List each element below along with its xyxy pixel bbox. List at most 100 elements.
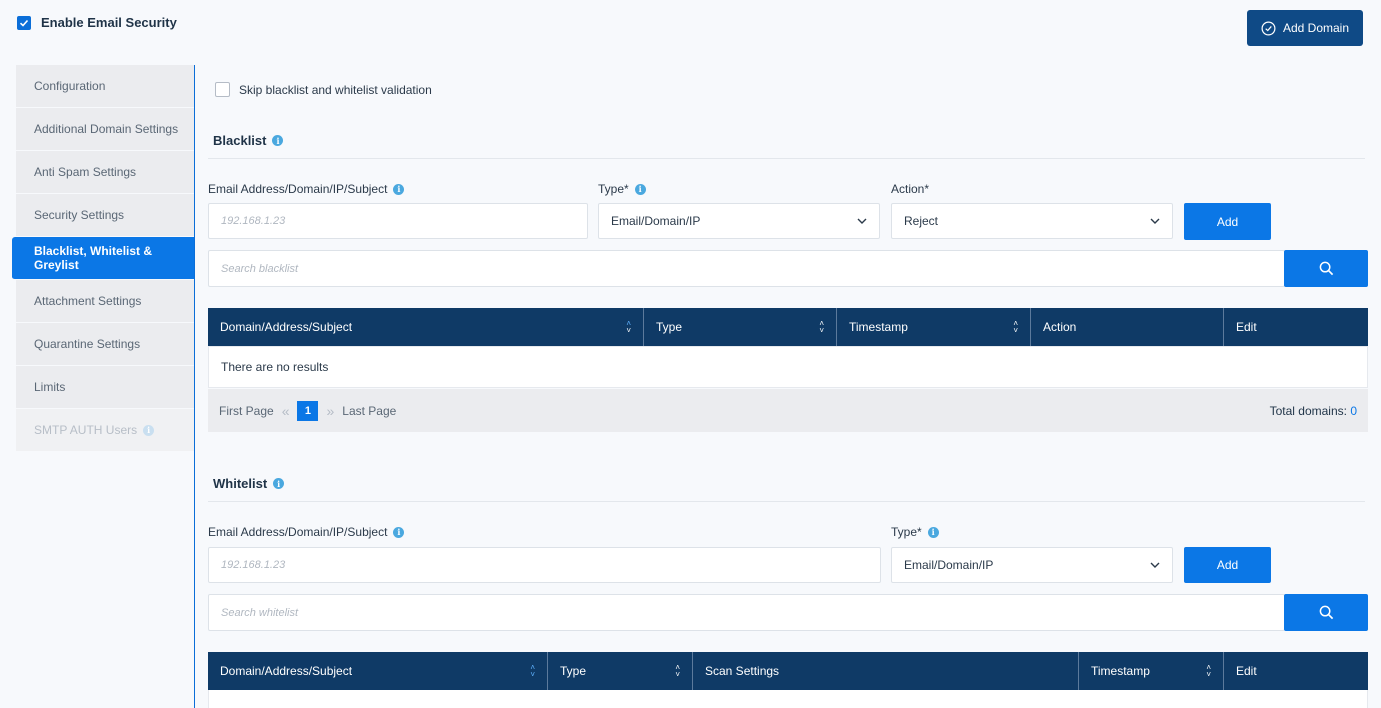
chevron-down-icon [1150, 562, 1160, 568]
whitelist-email-label-text: Email Address/Domain/IP/Subject [208, 525, 388, 539]
column-header-edit: Edit [1224, 652, 1368, 690]
enable-email-security[interactable]: Enable Email Security [17, 15, 177, 30]
blacklist-action-value: Reject [904, 214, 939, 228]
content-divider [194, 65, 195, 708]
whitelist-add-label: Add [1216, 558, 1239, 572]
blacklist-search-input[interactable]: Search blacklist [208, 250, 1285, 287]
blacklist-action-label: Action* [891, 182, 929, 196]
blacklist-type-select[interactable]: Email/Domain/IP [598, 203, 880, 239]
info-icon[interactable]: i [634, 183, 646, 195]
sidebar-item-label: Additional Domain Settings [34, 122, 179, 136]
first-page-link[interactable]: First Page [219, 404, 274, 418]
sidebar-item-label: Anti Spam Settings [34, 165, 137, 179]
column-header-label: Scan Settings [705, 664, 780, 678]
whitelist-title-text: Whitelist [213, 476, 268, 491]
blacklist-email-input[interactable]: 192.168.1.23 [208, 203, 588, 239]
search-icon [1319, 261, 1333, 276]
whitelist-search-input[interactable]: Search whitelist [208, 594, 1285, 631]
whitelist-table-header: Domain/Address/Subject ˄ ˅ Type ˄ ˅ Scan S… [208, 652, 1368, 690]
whitelist-add-button[interactable]: Add [1184, 547, 1271, 583]
empty-state-text: There are no results [221, 360, 329, 374]
sidebar-item-anti-spam-settings[interactable]: Anti Spam Settings [16, 151, 195, 194]
total-domains-label: Total domains: [1269, 403, 1347, 418]
column-header-timestamp[interactable]: Timestamp ˄ ˅ [1079, 652, 1224, 690]
column-header-label: Action [1043, 320, 1077, 334]
sidebar-item-smtp-auth-users: SMTP AUTH Users i [16, 409, 195, 452]
column-header-label: Edit [1236, 664, 1257, 678]
whitelist-email-label: Email Address/Domain/IP/Subject i [208, 525, 405, 539]
search-icon [1319, 605, 1333, 620]
blacklist-action-select[interactable]: Reject [891, 203, 1173, 239]
blacklist-title: Blacklist i [213, 133, 284, 148]
add-domain-button[interactable]: Add Domain [1247, 10, 1363, 46]
info-icon[interactable]: i [393, 526, 405, 538]
column-header-domain[interactable]: Domain/Address/Subject ˄ ˅ [208, 652, 548, 690]
blacklist-email-label: Email Address/Domain/IP/Subject i [208, 182, 405, 196]
sidebar-item-attachment-settings[interactable]: Attachment Settings [16, 280, 195, 323]
sidebar-item-quarantine-settings[interactable]: Quarantine Settings [16, 323, 195, 366]
last-page-link[interactable]: Last Page [342, 404, 396, 418]
info-icon[interactable]: i [273, 478, 285, 489]
blacklist-pagination: First Page « 1 » Last Page Total domains… [208, 389, 1368, 432]
column-header-action: Action [1031, 308, 1224, 346]
whitelist-type-label: Type* i [891, 525, 939, 539]
whitelist-title: Whitelist i [213, 476, 285, 491]
column-header-label: Domain/Address/Subject [220, 320, 353, 334]
blacklist-email-label-text: Email Address/Domain/IP/Subject [208, 182, 388, 196]
column-header-timestamp[interactable]: Timestamp ˄ ˅ [837, 308, 1031, 346]
column-header-type[interactable]: Type ˄ ˅ [644, 308, 837, 346]
whitelist-type-select[interactable]: Email/Domain/IP [891, 547, 1173, 583]
double-chevron-right-icon[interactable]: » [326, 403, 334, 419]
sidebar-item-additional-domain-settings[interactable]: Additional Domain Settings [16, 108, 195, 151]
column-header-label: Timestamp [849, 320, 908, 334]
blacklist-divider [208, 158, 1365, 159]
sidebar-item-configuration[interactable]: Configuration [16, 65, 195, 108]
sort-icon: ˄ ˅ [1206, 663, 1211, 679]
chevron-down-icon [857, 218, 867, 224]
column-header-edit: Edit [1224, 308, 1368, 346]
info-icon[interactable]: i [272, 135, 284, 146]
column-header-type[interactable]: Type ˄ ˅ [548, 652, 693, 690]
skip-validation[interactable]: Skip blacklist and whitelist validation [215, 82, 432, 97]
checkmark-icon [19, 19, 29, 27]
sidebar-item-blacklist-whitelist-greylist[interactable]: Blacklist, Whitelist & Greylist [12, 237, 195, 280]
blacklist-search-button[interactable] [1284, 250, 1368, 287]
sort-icon: ˄ ˅ [819, 319, 824, 335]
whitelist-table-body [208, 690, 1368, 708]
column-header-domain[interactable]: Domain/Address/Subject ˄ ˅ [208, 308, 644, 346]
blacklist-type-label: Type* i [598, 182, 646, 196]
skip-validation-label: Skip blacklist and whitelist validation [239, 82, 432, 97]
sort-icon: ˄ ˅ [1013, 319, 1018, 335]
sort-icon: ˄ ˅ [626, 319, 631, 335]
chevron-down-icon [1150, 218, 1160, 224]
sidebar-item-limits[interactable]: Limits [16, 366, 195, 409]
enable-label: Enable Email Security [41, 15, 177, 30]
sort-icon: ˄ ˅ [530, 663, 535, 679]
blacklist-action-label-text: Action* [891, 182, 930, 196]
enable-checkbox[interactable] [17, 15, 31, 30]
double-chevron-left-icon[interactable]: « [282, 403, 290, 419]
column-header-label: Type [560, 664, 587, 678]
check-circle-icon [1261, 21, 1276, 35]
sidebar-item-security-settings[interactable]: Security Settings [16, 194, 195, 237]
blacklist-add-button[interactable]: Add [1184, 203, 1271, 240]
info-icon[interactable]: i [393, 183, 405, 195]
whitelist-search-button[interactable] [1284, 594, 1368, 631]
whitelist-type-label-text: Type* [891, 525, 922, 539]
blacklist-title-text: Blacklist [213, 133, 267, 148]
sidebar-item-label: Blacklist, Whitelist & Greylist [34, 244, 153, 272]
sidebar-item-label: Security Settings [34, 208, 125, 222]
whitelist-divider [208, 501, 1365, 502]
info-icon: i [143, 424, 155, 436]
column-header-label: Type [656, 320, 683, 334]
info-icon[interactable]: i [927, 526, 939, 538]
sidebar-item-label: Quarantine Settings [34, 337, 141, 351]
whitelist-email-placeholder: 192.168.1.23 [221, 559, 286, 571]
sidebar-item-label: Limits [34, 380, 66, 394]
current-page-number[interactable]: 1 [297, 400, 319, 421]
sidebar-item-label: Configuration [34, 79, 106, 93]
whitelist-email-input[interactable]: 192.168.1.23 [208, 547, 881, 583]
settings-sidebar: Configuration Additional Domain Settings… [12, 65, 195, 452]
skip-validation-checkbox[interactable] [215, 82, 230, 97]
total-domains-value: 0 [1350, 403, 1357, 418]
